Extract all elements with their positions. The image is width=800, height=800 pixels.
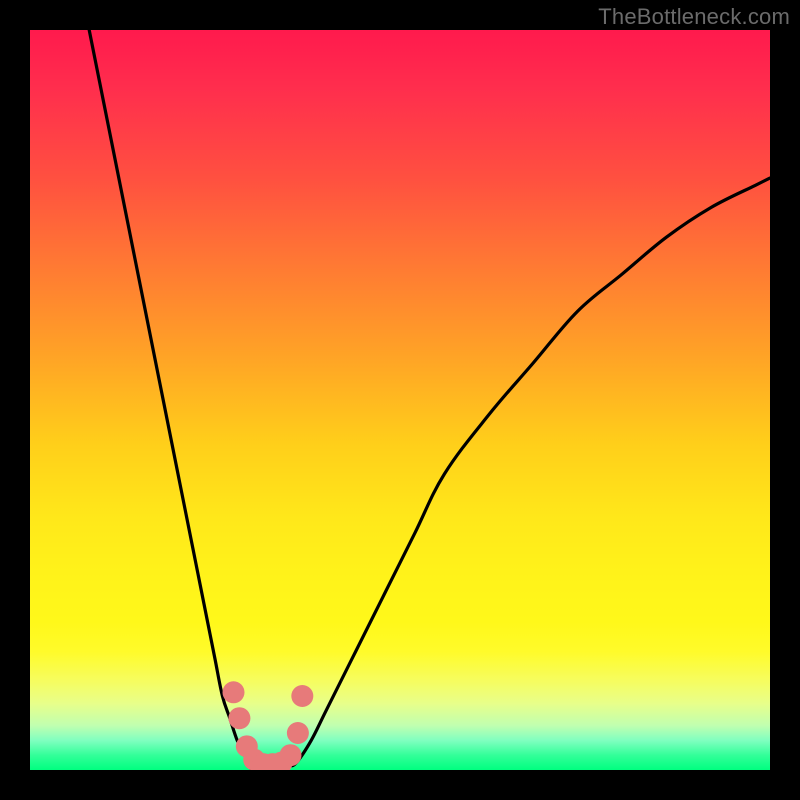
marker-point (279, 744, 301, 766)
marker-point (228, 707, 250, 729)
chart-frame: TheBottleneck.com (0, 0, 800, 800)
bottleneck-curve (89, 30, 770, 770)
marker-group (223, 681, 314, 770)
marker-point (223, 681, 245, 703)
marker-point (291, 685, 313, 707)
curve-layer (30, 30, 770, 770)
watermark-text: TheBottleneck.com (598, 4, 790, 30)
plot-area (30, 30, 770, 770)
marker-point (287, 722, 309, 744)
